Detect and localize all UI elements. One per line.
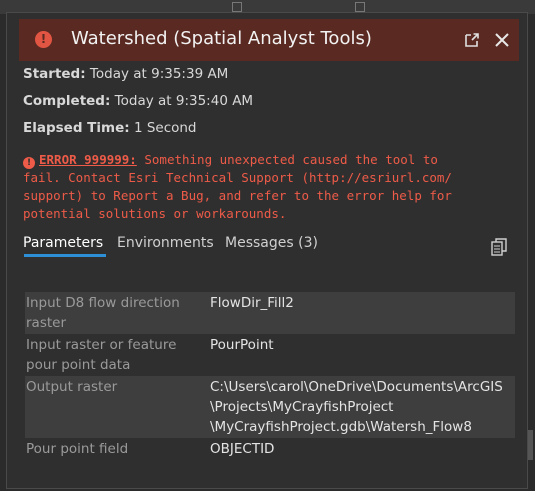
param-value-line: OBJECTID: [210, 441, 275, 457]
param-value-line: \Projects\MyCrayfishProject: [210, 399, 394, 415]
tool-result-popup: ! Watershed (Spatial Analyst Tools) Star…: [6, 12, 528, 489]
active-tab-indicator: [24, 254, 106, 257]
param-name-line: pour point data: [26, 357, 131, 373]
error-line: support) to Report a Bug, and refer to t…: [23, 188, 452, 203]
param-value-line: C:\Users\carol\OneDrive\Documents\ArcGIS: [210, 379, 503, 395]
table-row: Output raster C:\Users\carol\OneDrive\Do…: [25, 376, 515, 438]
param-value[interactable]: OBJECTID: [201, 439, 515, 459]
tab-parameters[interactable]: Parameters: [23, 235, 103, 251]
elapsed-value: 1 Second: [133, 120, 197, 136]
table-row: Input raster or feature pour point data …: [25, 334, 515, 376]
popout-icon[interactable]: [463, 31, 481, 49]
error-line: fail. Contact Esri Technical Support (ht…: [23, 170, 452, 185]
param-name: Input raster or feature pour point data: [25, 335, 201, 375]
param-value-line: FlowDir_Fill2: [210, 295, 294, 311]
param-name: Pour point field: [25, 439, 201, 459]
param-name: Input D8 flow direction raster: [25, 293, 201, 333]
tab-environments[interactable]: Environments: [117, 235, 214, 251]
param-value[interactable]: FlowDir_Fill2: [201, 293, 515, 333]
completed-value: Today at 9:35:40 AM: [114, 93, 254, 109]
param-value[interactable]: C:\Users\carol\OneDrive\Documents\ArcGIS…: [201, 377, 515, 437]
popup-header: ! Watershed (Spatial Analyst Tools): [19, 19, 519, 61]
tab-messages[interactable]: Messages (3): [225, 235, 318, 251]
error-message: ! ERROR 999999: Something unexpected caus…: [23, 151, 493, 223]
param-name-line: Output raster: [26, 379, 118, 395]
popup-title: Watershed (Spatial Analyst Tools): [71, 28, 372, 49]
parameters-table: Input D8 flow direction raster FlowDir_F…: [25, 292, 515, 460]
table-row: Pour point field OBJECTID: [25, 438, 515, 460]
started-label: Started:: [23, 66, 86, 82]
param-name-line: Input raster or feature: [26, 337, 177, 353]
started-row: Started: Today at 9:35:39 AM: [23, 66, 228, 82]
elapsed-row: Elapsed Time: 1 Second: [23, 120, 197, 136]
background-checkbox-icon: [232, 2, 242, 12]
table-row: Input D8 flow direction raster FlowDir_F…: [25, 292, 515, 334]
copy-icon[interactable]: [489, 237, 509, 257]
completed-row: Completed: Today at 9:35:40 AM: [23, 93, 253, 109]
close-icon[interactable]: [493, 31, 511, 49]
error-icon: !: [35, 31, 52, 48]
param-name: Output raster: [25, 377, 201, 437]
param-value-line: \MyCrayfishProject.gdb\Watersh_Flow8: [210, 419, 472, 435]
param-value-line: PourPoint: [210, 337, 274, 353]
error-icon: !: [23, 157, 35, 169]
param-name-line: Input D8 flow direction: [26, 295, 180, 311]
error-code-link[interactable]: ERROR 999999:: [39, 152, 137, 167]
param-name-line: raster: [26, 315, 67, 331]
completed-label: Completed:: [23, 93, 111, 109]
started-value: Today at 9:35:39 AM: [89, 66, 229, 82]
error-line: ! ERROR 999999: Something unexpected caus…: [23, 151, 493, 169]
error-text: Something unexpected caused the tool to: [136, 152, 438, 167]
elapsed-label: Elapsed Time:: [23, 120, 130, 136]
scrollbar-thumb[interactable]: [528, 430, 533, 460]
error-line: potential solutions or workarounds.: [23, 206, 287, 221]
background-checkbox-icon: [355, 2, 365, 12]
param-name-line: Pour point field: [26, 441, 129, 457]
param-value[interactable]: PourPoint: [201, 335, 515, 375]
